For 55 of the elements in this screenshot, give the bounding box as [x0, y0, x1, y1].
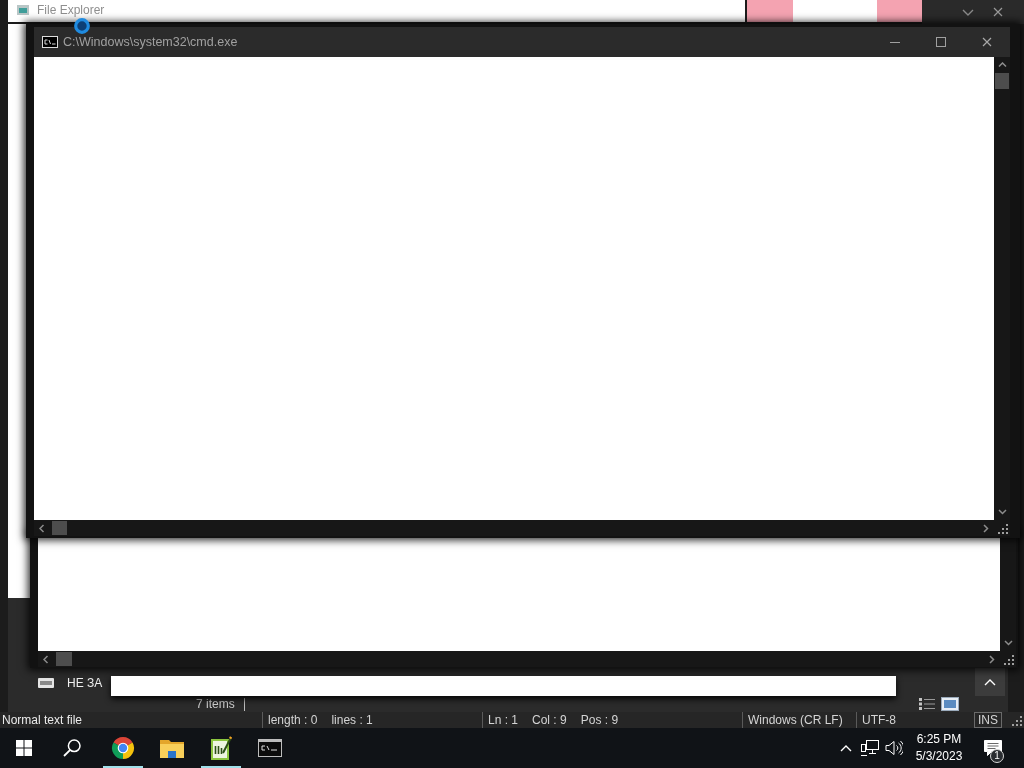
tab[interactable]	[8, 0, 745, 22]
vertical-scrollbar[interactable]	[994, 57, 1010, 520]
item-count: 7 items	[196, 696, 235, 712]
scrollbar-thumb[interactable]	[56, 652, 72, 666]
close-icon[interactable]	[993, 7, 1003, 17]
nav-item[interactable]: НЕ ЗА	[38, 673, 103, 693]
maximize-icon[interactable]	[936, 37, 946, 47]
terminal-icon	[42, 36, 58, 48]
notepad-icon[interactable]	[209, 736, 232, 760]
search-icon[interactable]	[63, 739, 81, 757]
chevron-down-icon[interactable]	[997, 509, 1007, 515]
volume-icon[interactable]	[884, 740, 903, 756]
busy-cursor-icon	[74, 18, 90, 34]
minimize-icon[interactable]	[890, 41, 900, 43]
encoding-label: UTF-8	[862, 712, 896, 728]
tab[interactable]	[877, 0, 922, 22]
line-ending-label: Windows (CR LF)	[748, 712, 843, 728]
scrollbar-thumb[interactable]	[52, 521, 67, 535]
close-icon[interactable]	[982, 37, 992, 47]
large-icons-view-icon[interactable]	[941, 697, 959, 711]
lines-label: lines : 1	[331, 712, 373, 728]
clock-time[interactable]: 6:25 PM	[916, 731, 962, 748]
network-icon[interactable]	[861, 740, 879, 756]
chevron-down-icon[interactable]	[962, 8, 974, 16]
chevron-right-icon[interactable]	[983, 523, 989, 533]
chevron-left-icon[interactable]	[39, 523, 45, 533]
folder-icon[interactable]	[159, 738, 184, 758]
tab[interactable]	[747, 0, 793, 22]
window-title: File Explorer	[37, 3, 105, 17]
app-icon	[17, 4, 29, 16]
insert-mode-indicator[interactable]: INS	[974, 712, 1002, 728]
notification-badge: 1	[990, 749, 1004, 763]
collapse-button[interactable]	[975, 668, 1005, 696]
chevron-left-icon[interactable]	[43, 654, 49, 664]
column-label: Col : 9	[532, 712, 567, 728]
vertical-scrollbar[interactable]	[1000, 537, 1016, 651]
horizontal-scrollbar[interactable]	[38, 651, 1000, 667]
length-label: length : 0	[268, 712, 318, 728]
terminal-icon[interactable]	[257, 739, 282, 757]
horizontal-scrollbar[interactable]	[34, 520, 994, 536]
resize-grip-icon[interactable]	[998, 524, 1008, 534]
window-title: C:\Windows\system32\cmd.exe	[63, 35, 238, 49]
details-view-icon[interactable]	[919, 698, 935, 710]
resize-grip-icon[interactable]	[1012, 716, 1022, 726]
file-type-label: Normal text file	[2, 712, 83, 728]
resize-grip-icon[interactable]	[1004, 655, 1014, 665]
clock-date[interactable]: 5/3/2023	[915, 748, 963, 765]
chevron-right-icon[interactable]	[989, 654, 995, 664]
position-label: Pos : 9	[580, 712, 619, 728]
drive-icon	[38, 678, 54, 688]
tab[interactable]	[793, 0, 877, 22]
browser-icon[interactable]	[110, 736, 135, 760]
line-number-label: Ln : 1	[488, 712, 519, 728]
scrollbar-thumb[interactable]	[995, 73, 1009, 89]
chevron-down-icon[interactable]	[1003, 640, 1013, 646]
